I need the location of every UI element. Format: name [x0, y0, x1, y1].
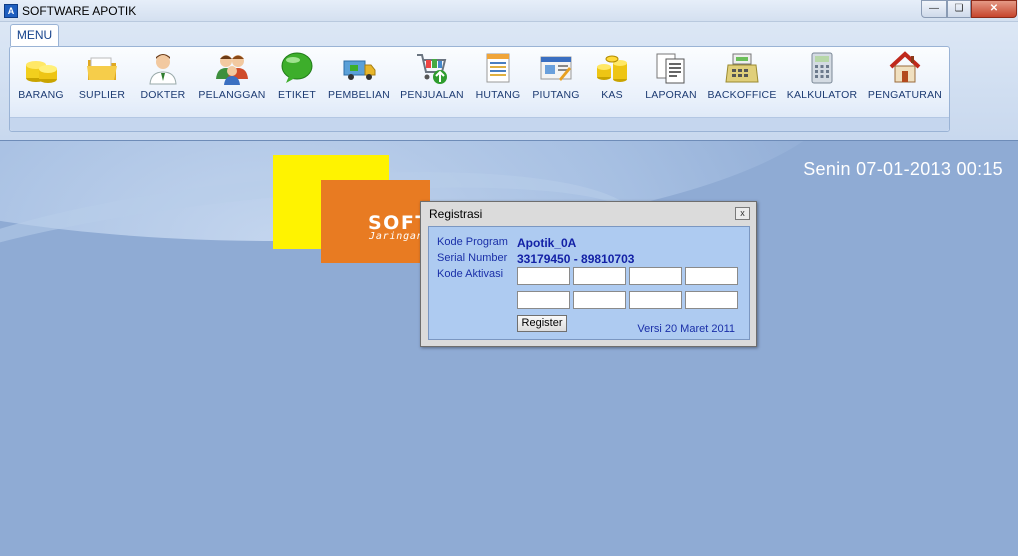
ribbon-group-footer	[10, 117, 949, 131]
ribbon-button-penjualan[interactable]: PENJUALAN	[399, 51, 465, 101]
registration-dialog: Registrasi x Kode Program Apotik_0A Seri…	[420, 201, 757, 347]
folder-icon	[85, 51, 119, 85]
ribbon-button-piutang[interactable]: PIUTANG	[528, 51, 584, 101]
ribbon-label: HUTANG	[475, 89, 521, 101]
close-button[interactable]: ✕	[971, 0, 1017, 18]
ribbon-label: BACKOFFICE	[707, 89, 777, 101]
calculator-icon	[805, 51, 839, 85]
version-text: Versi 20 Maret 2011	[637, 323, 735, 335]
shopping-cart-icon	[415, 51, 449, 85]
ribbon-panel: BARANG SUPLIER DOKTER PELANGGAN ETIKET P…	[9, 46, 950, 132]
ribbon-button-etiket[interactable]: ETIKET	[274, 51, 320, 101]
ribbon-label: LAPORAN	[645, 89, 697, 101]
title-bar: A SOFTWARE APOTIK — ❏ ✕	[0, 0, 1018, 22]
ribbon-label: KALKULATOR	[786, 89, 858, 101]
cash-register-icon	[725, 51, 759, 85]
cash-coins-icon	[595, 51, 629, 85]
ribbon-button-kas[interactable]: KAS	[594, 51, 630, 101]
delivery-truck-icon	[342, 51, 376, 85]
ribbon-label: KAS	[601, 89, 623, 101]
activation-code-field-3[interactable]	[629, 267, 682, 285]
receivable-icon	[539, 51, 573, 85]
activation-code-field-5[interactable]	[517, 291, 570, 309]
doctor-icon	[146, 51, 180, 85]
register-button[interactable]: Register	[517, 315, 567, 332]
ribbon: MENU BARANG SUPLIER DOKTER PELANGGAN ETI…	[0, 22, 1018, 140]
activation-code-field-4[interactable]	[685, 267, 738, 285]
ribbon-button-suplier[interactable]: SUPLIER	[76, 51, 128, 101]
ribbon-button-laporan[interactable]: LAPORAN	[639, 51, 703, 101]
datetime-display: Senin 07-01-2013 00:15	[803, 159, 1003, 179]
ribbon-label: PENJUALAN	[400, 89, 464, 101]
ledger-icon	[481, 51, 515, 85]
coins-stack-icon	[24, 51, 58, 85]
activation-code-field-6[interactable]	[573, 291, 626, 309]
activation-code-field-2[interactable]	[573, 267, 626, 285]
window-title: SOFTWARE APOTIK	[22, 4, 137, 18]
serial-number-label: Serial Number	[437, 252, 508, 264]
ribbon-button-kalkulator[interactable]: KALKULATOR	[786, 51, 858, 101]
ribbon-label: DOKTER	[140, 89, 186, 101]
ribbon-label: SUPLIER	[78, 89, 126, 101]
speech-bubble-icon	[280, 51, 314, 85]
tab-menu[interactable]: MENU	[10, 24, 59, 46]
report-documents-icon	[654, 51, 688, 85]
ribbon-button-barang[interactable]: BARANG	[17, 51, 65, 101]
house-settings-icon	[888, 51, 922, 85]
ribbon-label: ETIKET	[278, 89, 316, 101]
customers-icon	[215, 51, 249, 85]
ribbon-button-pelanggan[interactable]: PELANGGAN	[197, 51, 267, 101]
maximize-button[interactable]: ❏	[947, 0, 971, 18]
ribbon-label: PENGATURAN	[867, 89, 943, 101]
ribbon-label: PELANGGAN	[198, 89, 266, 101]
app-icon: A	[4, 4, 18, 18]
ribbon-button-backoffice[interactable]: BACKOFFICE	[705, 51, 779, 101]
kode-program-label: Kode Program	[437, 236, 508, 248]
minimize-button[interactable]: —	[921, 0, 947, 18]
dialog-close-button[interactable]: x	[735, 207, 750, 220]
kode-aktivasi-label: Kode Aktivasi	[437, 268, 504, 280]
activation-code-field-1[interactable]	[517, 267, 570, 285]
ribbon-label: BARANG	[18, 89, 64, 101]
activation-code-field-7[interactable]	[629, 291, 682, 309]
kode-program-value: Apotik_0A	[517, 236, 577, 250]
ribbon-button-hutang[interactable]: HUTANG	[472, 51, 524, 101]
activation-code-field-8[interactable]	[685, 291, 738, 309]
ribbon-button-pengaturan[interactable]: PENGATURAN	[867, 51, 943, 101]
serial-number-value: 33179450 - 89810703	[517, 252, 635, 266]
dialog-title: Registrasi	[429, 207, 483, 221]
dialog-body: Kode Program Apotik_0A Serial Number 331…	[428, 226, 750, 340]
ribbon-button-pembelian[interactable]: PEMBELIAN	[326, 51, 392, 101]
ribbon-button-dokter[interactable]: DOKTER	[138, 51, 188, 101]
ribbon-label: PIUTANG	[532, 89, 580, 101]
ribbon-label: PEMBELIAN	[328, 89, 390, 101]
